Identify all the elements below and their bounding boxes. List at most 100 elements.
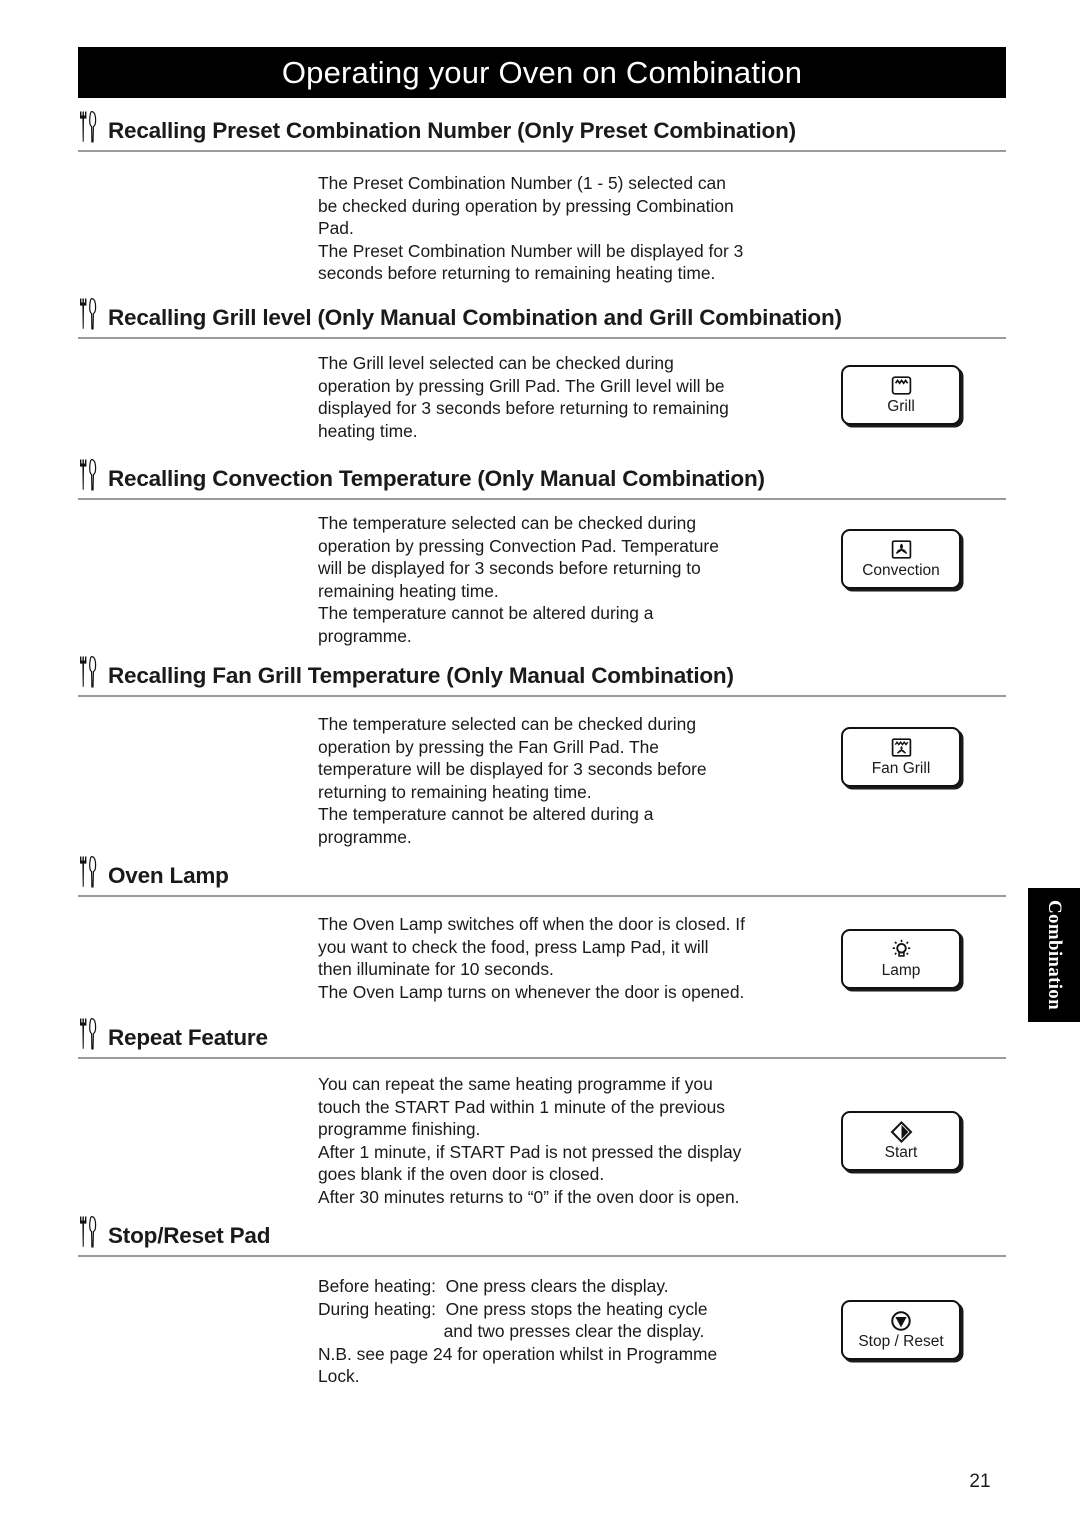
pad-button-grill[interactable]: Grill [841, 365, 961, 425]
fan-grill-icon [891, 737, 912, 759]
body-line: and two presses clear the display. [318, 1321, 705, 1342]
section-heading: Recalling Preset Combination Number (Onl… [78, 110, 1006, 146]
body-line: displayed for 3 seconds before returning… [318, 398, 729, 419]
body-line: The temperature selected can be checked … [318, 714, 696, 734]
body-line: The temperature cannot be altered during… [318, 603, 654, 624]
cutlery-icon [80, 1215, 97, 1248]
section-heading: Recalling Grill level (Only Manual Combi… [78, 297, 1006, 333]
body-line: The Preset Combination Number (1 - 5) se… [318, 173, 726, 193]
cutlery-icon [80, 1017, 97, 1050]
body-line: operation by pressing Grill Pad. The Gri… [318, 375, 725, 396]
pad-button-start[interactable]: Start [841, 1111, 961, 1171]
cutlery-icon [80, 855, 97, 888]
body-line: seconds before returning to remaining he… [318, 263, 716, 284]
section: Recalling Convection Temperature (Only M… [78, 458, 1006, 500]
pad-label: Convection [862, 562, 940, 579]
body-line: N.B. see page 24 for operation whilst in… [318, 1343, 718, 1364]
document-page: Operating your Oven on Combination Recal… [0, 0, 1080, 1526]
section-body-text: The Grill level selected can be checked … [318, 352, 818, 442]
body-line: During heating: One press stops the heat… [318, 1298, 708, 1319]
body-line: The Grill level selected can be checked … [318, 353, 674, 373]
body-line: remaining heating time. [318, 580, 499, 601]
body-line: The Oven Lamp turns on whenever the door… [318, 981, 745, 1002]
body-line: heating time. [318, 420, 418, 441]
section-divider [78, 1057, 1006, 1059]
body-line: you want to check the food, press Lamp P… [318, 936, 709, 957]
pad-label: Start [884, 1144, 918, 1161]
cutlery-icon [80, 110, 97, 143]
section-title: Oven Lamp [108, 863, 229, 889]
pad-button-fan-grill[interactable]: Fan Grill [841, 727, 961, 787]
side-tab-label: Combination [1044, 900, 1065, 1010]
pad-button-lamp[interactable]: Lamp [841, 929, 961, 989]
light-bulb-icon [890, 939, 913, 961]
body-line: returning to remaining heating time. [318, 781, 592, 802]
section: Recalling Preset Combination Number (Onl… [78, 110, 1006, 152]
section-body-text: The Oven Lamp switches off when the door… [318, 913, 818, 1003]
section: Oven Lamp [78, 855, 1006, 897]
section-divider [78, 150, 1006, 152]
section-body-text: The temperature selected can be checked … [318, 512, 818, 648]
pad-label: Stop / Reset [858, 1333, 944, 1350]
stop-circle-icon [890, 1310, 912, 1332]
section-divider [78, 895, 1006, 897]
section-title: Recalling Convection Temperature (Only M… [108, 466, 765, 492]
section-body-text: The temperature selected can be checked … [318, 713, 818, 849]
side-tab-combination: Combination [1028, 888, 1080, 1022]
section-divider [78, 337, 1006, 339]
body-line: programme. [318, 826, 412, 847]
section-heading: Repeat Feature [78, 1017, 1006, 1053]
body-line: touch the START Pad within 1 minute of t… [318, 1096, 725, 1117]
section-title: Stop/Reset Pad [108, 1223, 271, 1249]
section: Recalling Fan Grill Temperature (Only Ma… [78, 655, 1006, 697]
section-title: Recalling Fan Grill Temperature (Only Ma… [108, 663, 734, 689]
page-banner: Operating your Oven on Combination [78, 47, 1006, 98]
body-line: programme. [318, 625, 412, 646]
body-line: The temperature selected can be checked … [318, 513, 696, 533]
section-divider [78, 695, 1006, 697]
section: Repeat Feature [78, 1017, 1006, 1059]
body-line: will be displayed for 3 seconds before r… [318, 558, 701, 579]
diamond-start-icon [890, 1120, 913, 1144]
body-line: operation by pressing the Fan Grill Pad.… [318, 736, 659, 757]
section: Recalling Grill level (Only Manual Combi… [78, 297, 1006, 339]
cutlery-icon [80, 458, 97, 491]
section-body-text: The Preset Combination Number (1 - 5) se… [318, 172, 818, 285]
section-body-text: You can repeat the same heating programm… [318, 1073, 818, 1209]
section-divider [78, 498, 1006, 500]
body-line: The Preset Combination Number will be di… [318, 240, 744, 261]
grill-element-icon [891, 375, 912, 397]
body-line: programme finishing. [318, 1119, 481, 1140]
section-heading: Oven Lamp [78, 855, 1006, 891]
fan-icon [891, 539, 912, 561]
body-line: then illuminate for 10 seconds. [318, 959, 554, 980]
section-title: Recalling Grill level (Only Manual Combi… [108, 305, 842, 331]
pad-label: Grill [887, 398, 915, 415]
body-line: After 30 minutes returns to “0” if the o… [318, 1186, 740, 1207]
pad-label: Lamp [881, 962, 921, 979]
pad-label: Fan Grill [871, 760, 931, 777]
body-line: Before heating: One press clears the dis… [318, 1276, 669, 1296]
section-heading: Stop/Reset Pad [78, 1215, 1006, 1251]
section-divider [78, 1255, 1006, 1257]
section-heading: Recalling Convection Temperature (Only M… [78, 458, 1006, 494]
section: Stop/Reset Pad [78, 1215, 1006, 1257]
body-line: After 1 minute, if START Pad is not pres… [318, 1141, 742, 1162]
section-title: Recalling Preset Combination Number (Onl… [108, 118, 796, 144]
cutlery-icon [80, 297, 97, 330]
banner-title: Operating your Oven on Combination [281, 55, 803, 90]
body-line: The temperature cannot be altered during… [318, 804, 654, 825]
body-line: goes blank if the oven door is closed. [318, 1164, 605, 1185]
pad-button-convection[interactable]: Convection [841, 529, 961, 589]
page-number: 21 [969, 1471, 991, 1492]
body-line: be checked during operation by pressing … [318, 195, 734, 216]
body-line: temperature will be displayed for 3 seco… [318, 759, 707, 780]
section-body-text: Before heating: One press clears the dis… [318, 1275, 818, 1388]
body-line: operation by pressing Convection Pad. Te… [318, 535, 719, 556]
pad-button-stop-reset[interactable]: Stop / Reset [841, 1300, 961, 1360]
cutlery-icon [80, 655, 97, 688]
body-line: Lock. [318, 1366, 360, 1387]
body-line: The Oven Lamp switches off when the door… [318, 914, 745, 934]
body-line: Pad. [318, 218, 354, 239]
section-title: Repeat Feature [108, 1025, 268, 1051]
